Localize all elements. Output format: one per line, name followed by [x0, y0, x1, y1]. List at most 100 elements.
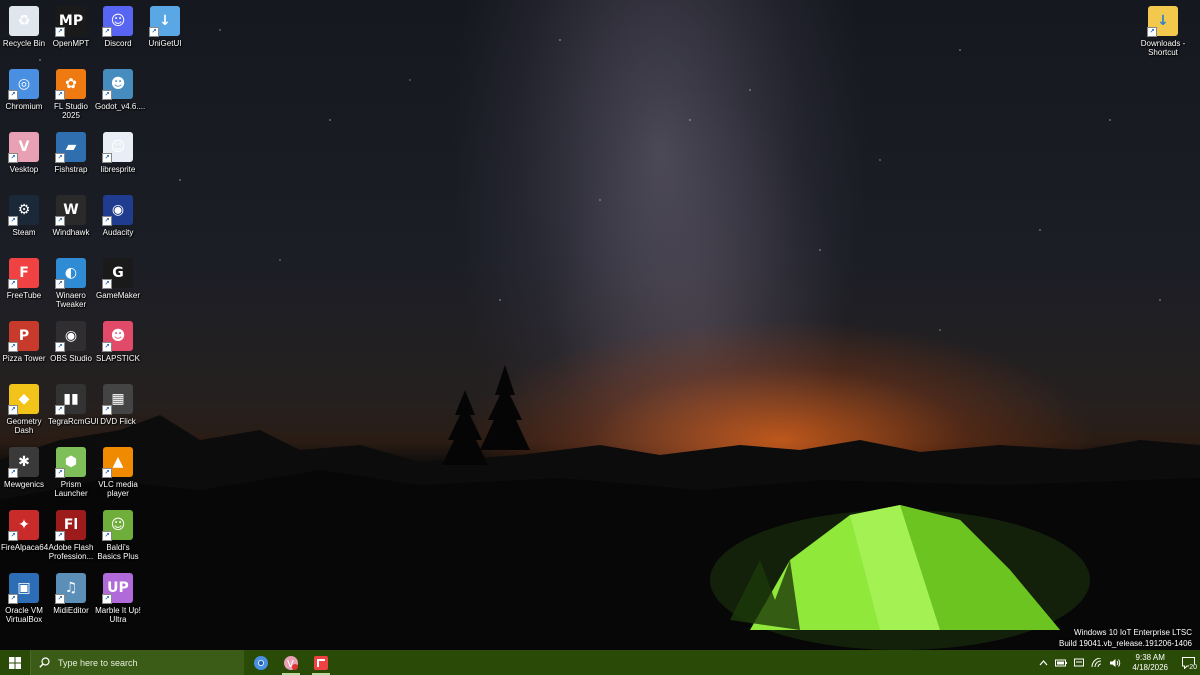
desktop-icon-midieditor[interactable]: ♫ ↗ MidiEditor	[48, 573, 94, 615]
desktop-icon-discord[interactable]: ☺ ↗ Discord	[95, 6, 141, 48]
shortcut-arrow-icon: ↗	[8, 216, 18, 226]
desktop-icon-label: Godot_v4.6....	[95, 102, 146, 111]
desktop-icon-label: Winaero Tweaker	[55, 291, 87, 309]
desktop-icon-prism-launcher[interactable]: ⬢ ↗ Prism Launcher	[48, 447, 94, 498]
desktop-icon-windhawk[interactable]: W ↗ Windhawk	[48, 195, 94, 237]
taskbar: Type here to search V 9:38 AM 4/18/2026 …	[0, 650, 1200, 675]
battery-icon[interactable]	[1052, 650, 1070, 675]
taskbar-freetube[interactable]	[306, 650, 336, 675]
chromium-glyph: ◎	[17, 76, 31, 92]
gamemaker-glyph: G	[112, 265, 124, 281]
taskbar-vesktop[interactable]: V	[276, 650, 306, 675]
desktop-icon-label: Fishstrap	[54, 165, 88, 174]
volume-icon[interactable]	[1106, 650, 1124, 675]
desktop-icon-label: FreeTube	[6, 291, 42, 300]
desktop-icon-obs-studio[interactable]: ◉ ↗ OBS Studio	[48, 321, 94, 363]
start-button[interactable]	[0, 650, 30, 675]
landscape-silhouette	[0, 365, 1200, 650]
desktop-icon-label: Chromium	[5, 102, 43, 111]
godot-icon: ☻ ↗	[102, 69, 133, 100]
midieditor-icon: ♫ ↗	[55, 573, 86, 604]
desktop-icon-pizza-tower[interactable]: P ↗ Pizza Tower	[1, 321, 47, 363]
wifi-icon[interactable]	[1088, 650, 1106, 675]
desktop-icon-label: Adobe Flash Profession...	[48, 543, 94, 561]
shortcut-arrow-icon: ↗	[55, 405, 65, 415]
audacity-glyph: ◉	[111, 202, 125, 218]
show-hidden-icons-chevron-icon[interactable]	[1034, 650, 1052, 675]
slapstick-glyph: ☻	[110, 328, 126, 344]
desktop-icon-tegrarcmgui[interactable]: ▮▮ ↗ TegraRcmGUI	[48, 384, 99, 426]
desktop-icon-winaero-tweaker[interactable]: ◐ ↗ Winaero Tweaker	[48, 258, 94, 309]
obs-studio-icon: ◉ ↗	[55, 321, 86, 352]
shortcut-arrow-icon: ↗	[102, 405, 112, 415]
desktop-icon-steam[interactable]: ⚙ ↗ Steam	[1, 195, 47, 237]
firealpaca-icon: ✦ ↗	[8, 510, 39, 541]
desktop-icon-recycle-bin[interactable]: ♻ Recycle Bin	[1, 6, 47, 48]
desktop-icon-label: Geometry Dash	[6, 417, 42, 435]
midieditor-glyph: ♫	[64, 580, 78, 596]
desktop-icon-geometry-dash[interactable]: ◆ ↗ Geometry Dash	[1, 384, 47, 435]
desktop-icon-adobe-flash[interactable]: Fl ↗ Adobe Flash Profession...	[48, 510, 94, 561]
shortcut-arrow-icon: ↗	[102, 531, 112, 541]
obs-studio-glyph: ◉	[64, 328, 78, 344]
watermark-edition: Windows 10 IoT Enterprise LTSC	[1074, 628, 1192, 637]
downloads-folder-icon: ↓ ↗	[1147, 6, 1178, 37]
desktop-icon-firealpaca[interactable]: ✦ ↗ FireAlpaca64	[1, 510, 48, 552]
baldis-basics-icon: ☺ ↗	[102, 510, 133, 541]
vesktop-icon: V	[284, 655, 298, 670]
gamemaker-icon: G ↗	[102, 258, 133, 289]
desktop-icon-mewgenics[interactable]: ✱ ↗ Mewgenics	[1, 447, 47, 489]
vesktop-glyph: V	[18, 139, 30, 155]
action-center-button[interactable]: 20	[1176, 650, 1200, 675]
virtualbox-glyph: ▣	[17, 580, 31, 596]
shortcut-arrow-icon: ↗	[8, 342, 18, 352]
geometry-dash-icon: ◆ ↗	[8, 384, 39, 415]
desktop-icon-label: Oracle VM VirtualBox	[5, 606, 43, 624]
desktop-icon-chromium[interactable]: ◎ ↗ Chromium	[1, 69, 47, 111]
windhawk-glyph: W	[63, 202, 79, 218]
desktop-icon-virtualbox[interactable]: ▣ ↗ Oracle VM VirtualBox	[1, 573, 47, 624]
taskbar-chromium[interactable]	[246, 650, 276, 675]
desktop-icon-baldis-basics[interactable]: ☺ ↗ Baldi's Basics Plus	[95, 510, 141, 561]
shortcut-arrow-icon: ↗	[1147, 27, 1157, 37]
desktop-icon-label: Prism Launcher	[54, 480, 88, 498]
prism-launcher-icon: ⬢ ↗	[55, 447, 86, 478]
desktop-icon-audacity[interactable]: ◉ ↗ Audacity	[95, 195, 141, 237]
taskbar-clock[interactable]: 9:38 AM 4/18/2026	[1124, 653, 1176, 673]
desktop-icon-slapstick[interactable]: ☻ ↗ SLAPSTICK	[95, 321, 141, 363]
desktop-icon-label: OpenMPT	[52, 39, 90, 48]
tegrarcmgui-icon: ▮▮ ↗	[55, 384, 86, 415]
watermark-build: Build 19041.vb_release.191206-1406	[1059, 639, 1192, 648]
pen-workspace-icon[interactable]	[1070, 650, 1088, 675]
desktop-icon-fl-studio[interactable]: ✿ ↗ FL Studio 2025	[48, 69, 94, 120]
desktop-icon-libresprite[interactable]: ☺ ↗ libresprite	[95, 132, 141, 174]
downloads-shortcut[interactable]: ↓ ↗ Downloads - Shortcut	[1140, 6, 1186, 57]
desktop-icon-freetube[interactable]: F ↗ FreeTube	[1, 258, 47, 300]
shortcut-arrow-icon: ↗	[55, 594, 65, 604]
desktop-icon-label: GameMaker	[95, 291, 140, 300]
desktop-icon-marble-it-up[interactable]: UP ↗ Marble It Up! Ultra	[95, 573, 141, 624]
shortcut-arrow-icon: ↗	[55, 90, 65, 100]
desktop-icon-fishstrap[interactable]: ▰ ↗ Fishstrap	[48, 132, 94, 174]
clock-date: 4/18/2026	[1132, 662, 1168, 672]
taskbar-search-box[interactable]: Type here to search	[30, 650, 244, 675]
shortcut-arrow-icon: ↗	[102, 468, 112, 478]
desktop-icon-godot[interactable]: ☻ ↗ Godot_v4.6....	[95, 69, 146, 111]
desktop-icon-dvd-flick[interactable]: ▦ ↗ DVD Flick	[95, 384, 141, 426]
audacity-icon: ◉ ↗	[102, 195, 133, 226]
desktop-icon-gamemaker[interactable]: G ↗ GameMaker	[95, 258, 141, 300]
shortcut-arrow-icon: ↗	[102, 216, 112, 226]
shortcut-arrow-icon: ↗	[149, 27, 159, 37]
desktop-icon-vesktop[interactable]: V ↗ Vesktop	[1, 132, 47, 174]
shortcut-arrow-icon: ↗	[8, 468, 18, 478]
shortcut-arrow-icon: ↗	[55, 216, 65, 226]
shortcut-arrow-icon: ↗	[102, 342, 112, 352]
desktop-icon-vlc[interactable]: ▲ ↗ VLC media player	[95, 447, 141, 498]
desktop-icon-openmpt[interactable]: MP ↗ OpenMPT	[48, 6, 94, 48]
desktop-icon-unigetui[interactable]: ↓ ↗ UniGetUI	[142, 6, 188, 48]
dvd-flick-glyph: ▦	[111, 391, 125, 407]
desktop-icon-label: OBS Studio	[50, 354, 92, 363]
marble-it-up-icon: UP ↗	[102, 573, 133, 604]
godot-glyph: ☻	[110, 76, 126, 92]
desktop-icon-label: Baldi's Basics Plus	[97, 543, 139, 561]
